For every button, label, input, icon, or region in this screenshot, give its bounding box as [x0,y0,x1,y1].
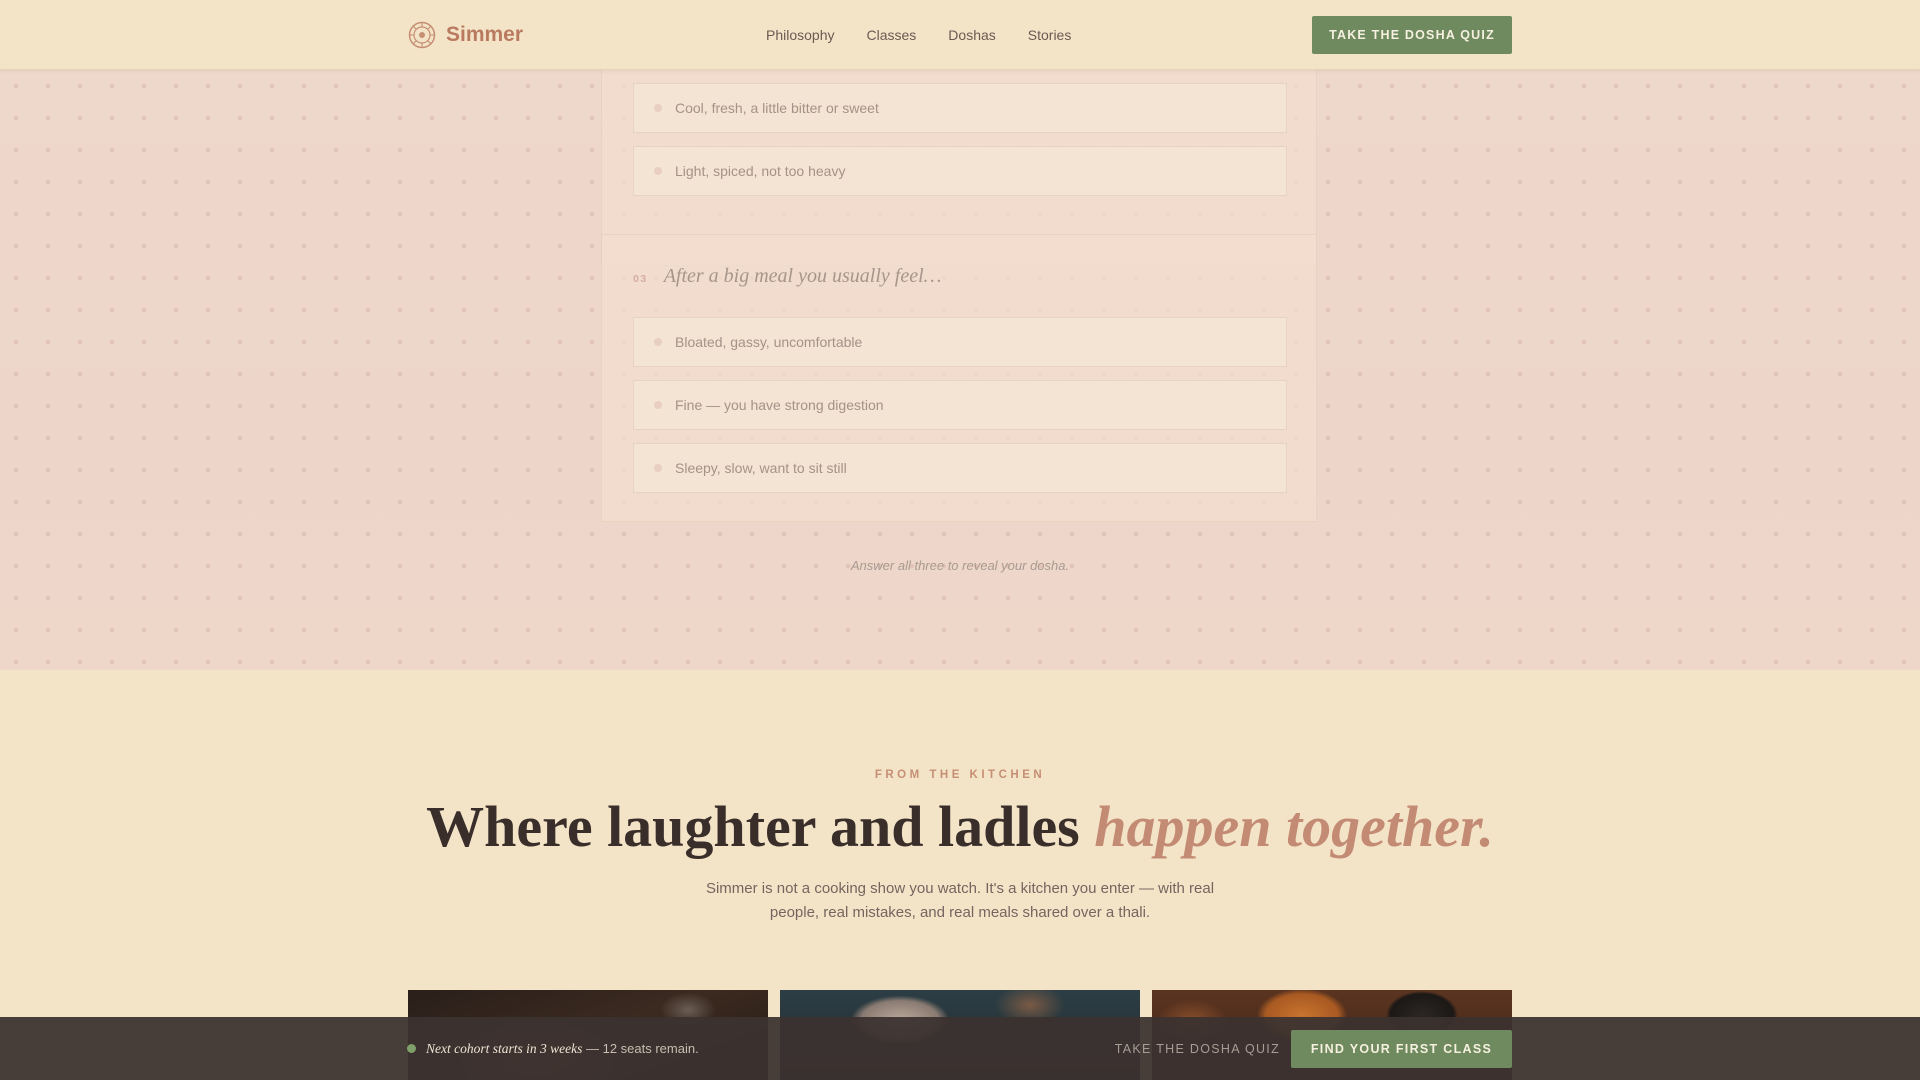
site-header: Simmer Philosophy Classes Doshas Stories… [0,0,1920,70]
dosha-quiz-section: Cool, fresh, a little bitter or sweet Li… [0,70,1920,670]
radio-dot-icon [654,167,662,175]
quiz-option[interactable]: Cool, fresh, a little bitter or sweet [633,83,1287,133]
radio-dot-icon [654,338,662,346]
section-headline: Where laughter and ladles happen togethe… [0,794,1920,861]
cohort-text: Next cohort starts in 3 weeks — 12 seats… [426,1040,699,1058]
headline-accent: happen together. [1094,794,1494,859]
cohort-status: Next cohort starts in 3 weeks — 12 seats… [407,1017,699,1080]
quiz-option-label: Bloated, gassy, uncomfortable [675,334,863,350]
brand-logo-link[interactable]: Simmer [408,20,523,50]
sticky-cohort-bar: Next cohort starts in 3 weeks — 12 seats… [0,1017,1920,1080]
quiz-option-label: Fine — you have strong digestion [675,397,884,413]
question-heading: 03 After a big meal you usually feel… [633,265,941,288]
radio-dot-icon [654,401,662,409]
status-dot-icon [407,1044,416,1053]
quiz-question-card-3: 03 After a big meal you usually feel… Bl… [601,234,1317,522]
question-number: 03 [633,273,648,285]
radio-dot-icon [654,104,662,112]
nav-link-doshas[interactable]: Doshas [948,27,995,43]
section-eyebrow: FROM THE KITCHEN [874,769,1046,781]
quiz-option-label: Sleepy, slow, want to sit still [675,460,847,476]
question-title: After a big meal you usually feel… [663,265,942,287]
quiz-option[interactable]: Bloated, gassy, uncomfortable [633,317,1287,367]
section-lede: Simmer is not a cooking show you watch. … [705,880,1215,921]
quiz-option[interactable]: Light, spiced, not too heavy [633,146,1287,196]
headline-main: Where laughter and ladles [426,794,1095,859]
find-first-class-button[interactable]: FIND YOUR FIRST CLASS [1291,1030,1512,1068]
quiz-option[interactable]: Fine — you have strong digestion [633,380,1287,430]
nav-link-classes[interactable]: Classes [867,27,917,43]
radio-dot-icon [654,464,662,472]
mandala-logo-icon [408,21,436,49]
take-dosha-quiz-button[interactable]: TAKE THE DOSHA QUIZ [1312,16,1512,54]
quiz-option-label: Cool, fresh, a little bitter or sweet [675,100,879,116]
brand-name: Simmer [446,23,524,46]
quiz-option[interactable]: Sleepy, slow, want to sit still [633,443,1287,493]
main-nav: Philosophy Classes Doshas Stories [766,0,1071,70]
quiz-option-label: Light, spiced, not too heavy [675,163,846,179]
sticky-dosha-quiz-link[interactable]: TAKE THE DOSHA QUIZ [1110,1017,1280,1080]
nav-link-philosophy[interactable]: Philosophy [766,27,835,43]
cohort-lead: Next cohort starts in 3 weeks [426,1040,583,1056]
quiz-hint-text: Answer all three to reveal your dosha. [850,558,1070,573]
cohort-seats: — 12 seats remain. [582,1040,699,1056]
nav-link-stories[interactable]: Stories [1028,27,1072,43]
